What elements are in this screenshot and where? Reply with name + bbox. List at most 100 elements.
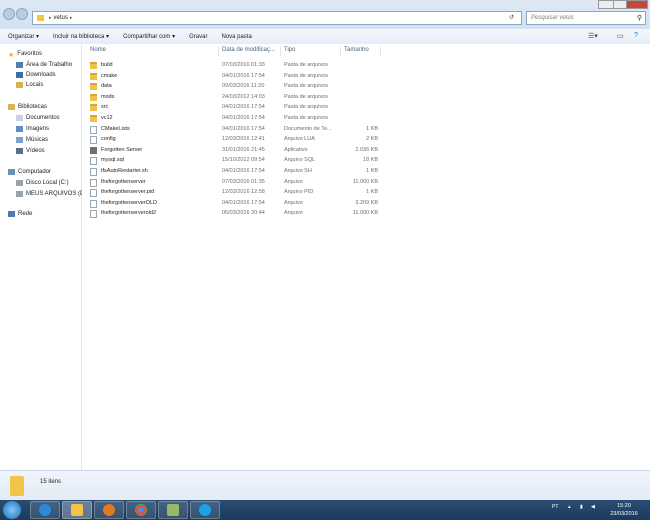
sidebar-item-imagens[interactable]: Imagens xyxy=(16,126,49,132)
forward-button[interactable] xyxy=(16,8,28,20)
sidebar-label: Favoritos xyxy=(17,51,42,57)
file-date: 12/03/2016 12:58 xyxy=(222,189,265,196)
refresh-icon[interactable]: ↺ xyxy=(509,14,514,21)
search-icon[interactable]: ⚲ xyxy=(637,14,642,22)
file-date: 04/01/2016 17:54 xyxy=(222,115,265,121)
file-name: vc12 xyxy=(101,115,113,121)
sidebar-label: MEUS ARQUIVOS (D xyxy=(26,191,85,197)
game-icon[interactable] xyxy=(158,501,188,519)
table-row[interactable]: theforgottenserver.pid 12/03/2016 12:58 Ar… xyxy=(82,188,650,198)
include-library-button[interactable]: Incluir na biblioteca ▾ xyxy=(53,33,109,40)
sidebar-rede[interactable]: Rede xyxy=(8,211,32,217)
file-size: 1 KB xyxy=(366,189,378,196)
column-divider[interactable] xyxy=(380,46,381,56)
file-name: Forgotten Server xyxy=(101,146,143,153)
downloads-icon xyxy=(16,72,23,78)
sidebar-item-videos[interactable]: Vídeos xyxy=(16,148,45,154)
table-row[interactable]: config 12/03/2016 12:41 Arquivo LUA 2 KB xyxy=(82,135,650,145)
table-row[interactable]: mods 24/03/2012 14:03 Pasta de arquivos xyxy=(82,93,650,103)
column-header-size[interactable]: Tamanho xyxy=(344,47,369,53)
back-button[interactable] xyxy=(3,8,15,20)
preview-pane-icon[interactable]: ▭ xyxy=(617,32,624,40)
file-name: mods xyxy=(101,93,115,100)
videos-icon xyxy=(16,148,23,154)
file-size: 3.209 KB xyxy=(355,199,378,206)
table-row[interactable]: cmake 04/01/2016 17:54 Pasta de arquivos xyxy=(82,72,650,82)
chrome-icon[interactable] xyxy=(126,501,156,519)
table-row[interactable]: tfsAutoRestarter.sh 04/01/2016 17:54 Arqui… xyxy=(82,167,650,177)
breadcrumb-arrow-icon[interactable]: ▸ xyxy=(49,15,52,21)
file-type: Arquivo SH xyxy=(284,168,312,174)
file-name: config xyxy=(101,136,116,143)
table-row[interactable]: theforgottenserver 07/03/2016 01:35 Arquiv… xyxy=(82,178,650,188)
sidebar-label: Vídeos xyxy=(26,148,45,154)
sidebar-item-locais[interactable]: Locais xyxy=(16,82,43,88)
search-input[interactable]: Pesquisar vetus ⚲ xyxy=(526,11,646,25)
column-divider[interactable] xyxy=(340,46,341,56)
share-with-button[interactable]: Compartilhar com ▾ xyxy=(123,33,175,40)
start-button[interactable] xyxy=(3,501,21,519)
media-player-icon[interactable] xyxy=(94,501,124,519)
search-placeholder: Pesquisar vetus xyxy=(531,15,574,21)
table-row[interactable]: vc12 04/01/2016 17:54 Pasta de arquivos xyxy=(82,114,650,124)
sidebar-label: Locais xyxy=(26,82,44,88)
file-type: Arquivo PID xyxy=(284,189,314,196)
sidebar-item-documentos[interactable]: Documentos xyxy=(16,115,60,121)
sidebar-item-downloads[interactable]: Downloads xyxy=(16,72,56,78)
table-row[interactable]: theforgottenserverOLD 04/01/2016 17:54 Arq… xyxy=(82,199,650,209)
drive-icon xyxy=(16,180,23,186)
table-row[interactable]: src 04/01/2016 17:54 Pasta de arquivos xyxy=(82,103,650,113)
address-input[interactable]: ▸ vetus ▸ xyxy=(32,11,522,25)
column-divider[interactable] xyxy=(280,46,281,56)
file-date: 06/03/2016 20:44 xyxy=(222,210,265,217)
tray-arrow-icon[interactable]: ▴ xyxy=(568,504,571,510)
file-date: 24/03/2012 14:03 xyxy=(222,93,265,100)
sidebar-computador[interactable]: Computador xyxy=(8,169,51,175)
breadcrumb-arrow-icon[interactable]: ▸ xyxy=(70,15,73,21)
maximize-button[interactable] xyxy=(613,0,627,9)
file-size: 11.000 KB xyxy=(352,210,378,217)
sidebar-bibliotecas[interactable]: Bibliotecas xyxy=(8,104,47,110)
help-icon[interactable]: ? xyxy=(634,32,638,39)
language-indicator[interactable]: PT xyxy=(552,504,558,510)
table-row[interactable]: theforgottenserverold2 06/03/2016 20:44 Ar… xyxy=(82,209,650,219)
sidebar-item-musicas[interactable]: Músicas xyxy=(16,137,48,143)
new-folder-button[interactable]: Nova pasta xyxy=(221,34,251,40)
sidebar-item-disco-local[interactable]: Disco Local (C:) xyxy=(16,180,69,186)
sidebar-item-meus-arquivos[interactable]: MEUS ARQUIVOS (D xyxy=(16,191,84,197)
file-icon xyxy=(90,210,97,219)
file-name: mysql.sql xyxy=(101,157,124,164)
table-row[interactable]: Forgotten Server 31/01/2016 21:45 Aplicati… xyxy=(82,146,650,156)
table-row[interactable]: build 07/03/2016 01:33 Pasta de arquivos xyxy=(82,61,650,71)
organize-button[interactable]: Organizar ▾ xyxy=(8,33,39,40)
internet-explorer-icon[interactable] xyxy=(30,501,60,519)
network-tray-icon[interactable]: ▮ xyxy=(580,504,583,510)
folder-icon xyxy=(37,15,44,21)
file-icon xyxy=(90,157,97,166)
sidebar-item-desktop[interactable]: Área de Trabalho xyxy=(16,62,72,68)
file-date: 31/01/2016 21:45 xyxy=(222,146,265,153)
folder-icon xyxy=(10,476,24,496)
table-row[interactable]: mysql.sql 15/10/2012 09:54 Arquivo SQL 18 K… xyxy=(82,156,650,166)
file-date: 12/03/2016 12:41 xyxy=(222,136,265,143)
table-row[interactable]: data 09/03/2016 11:20 Pasta de arquivos xyxy=(82,82,650,92)
minimize-button[interactable] xyxy=(598,0,614,9)
clock[interactable]: 15:20 23/03/2016 xyxy=(604,502,644,518)
column-header-type[interactable]: Tipo xyxy=(284,47,295,53)
column-header-name[interactable]: Nome xyxy=(90,47,106,53)
file-explorer-icon[interactable] xyxy=(62,501,92,519)
volume-icon[interactable]: ◀ xyxy=(591,504,595,510)
column-divider[interactable] xyxy=(218,46,219,56)
column-header-date[interactable]: Data de modificaç... xyxy=(222,47,275,53)
file-date: 15/10/2012 09:54 xyxy=(222,157,265,164)
navigation-pane: ★ Favoritos Área de Trabalho Downloads L… xyxy=(0,44,84,470)
burn-button[interactable]: Gravar xyxy=(189,34,207,40)
skype-icon[interactable] xyxy=(190,501,220,519)
breadcrumb-vetus[interactable]: vetus xyxy=(54,15,68,21)
close-button[interactable] xyxy=(626,0,648,9)
view-options-icon[interactable]: ☰▾ xyxy=(588,32,598,40)
sidebar-favoritos[interactable]: ★ Favoritos xyxy=(8,51,42,59)
table-row[interactable]: CMakeLists 04/01/2016 17:54 Documento de T… xyxy=(82,125,650,135)
network-icon xyxy=(8,211,15,217)
computer-icon xyxy=(8,169,15,175)
